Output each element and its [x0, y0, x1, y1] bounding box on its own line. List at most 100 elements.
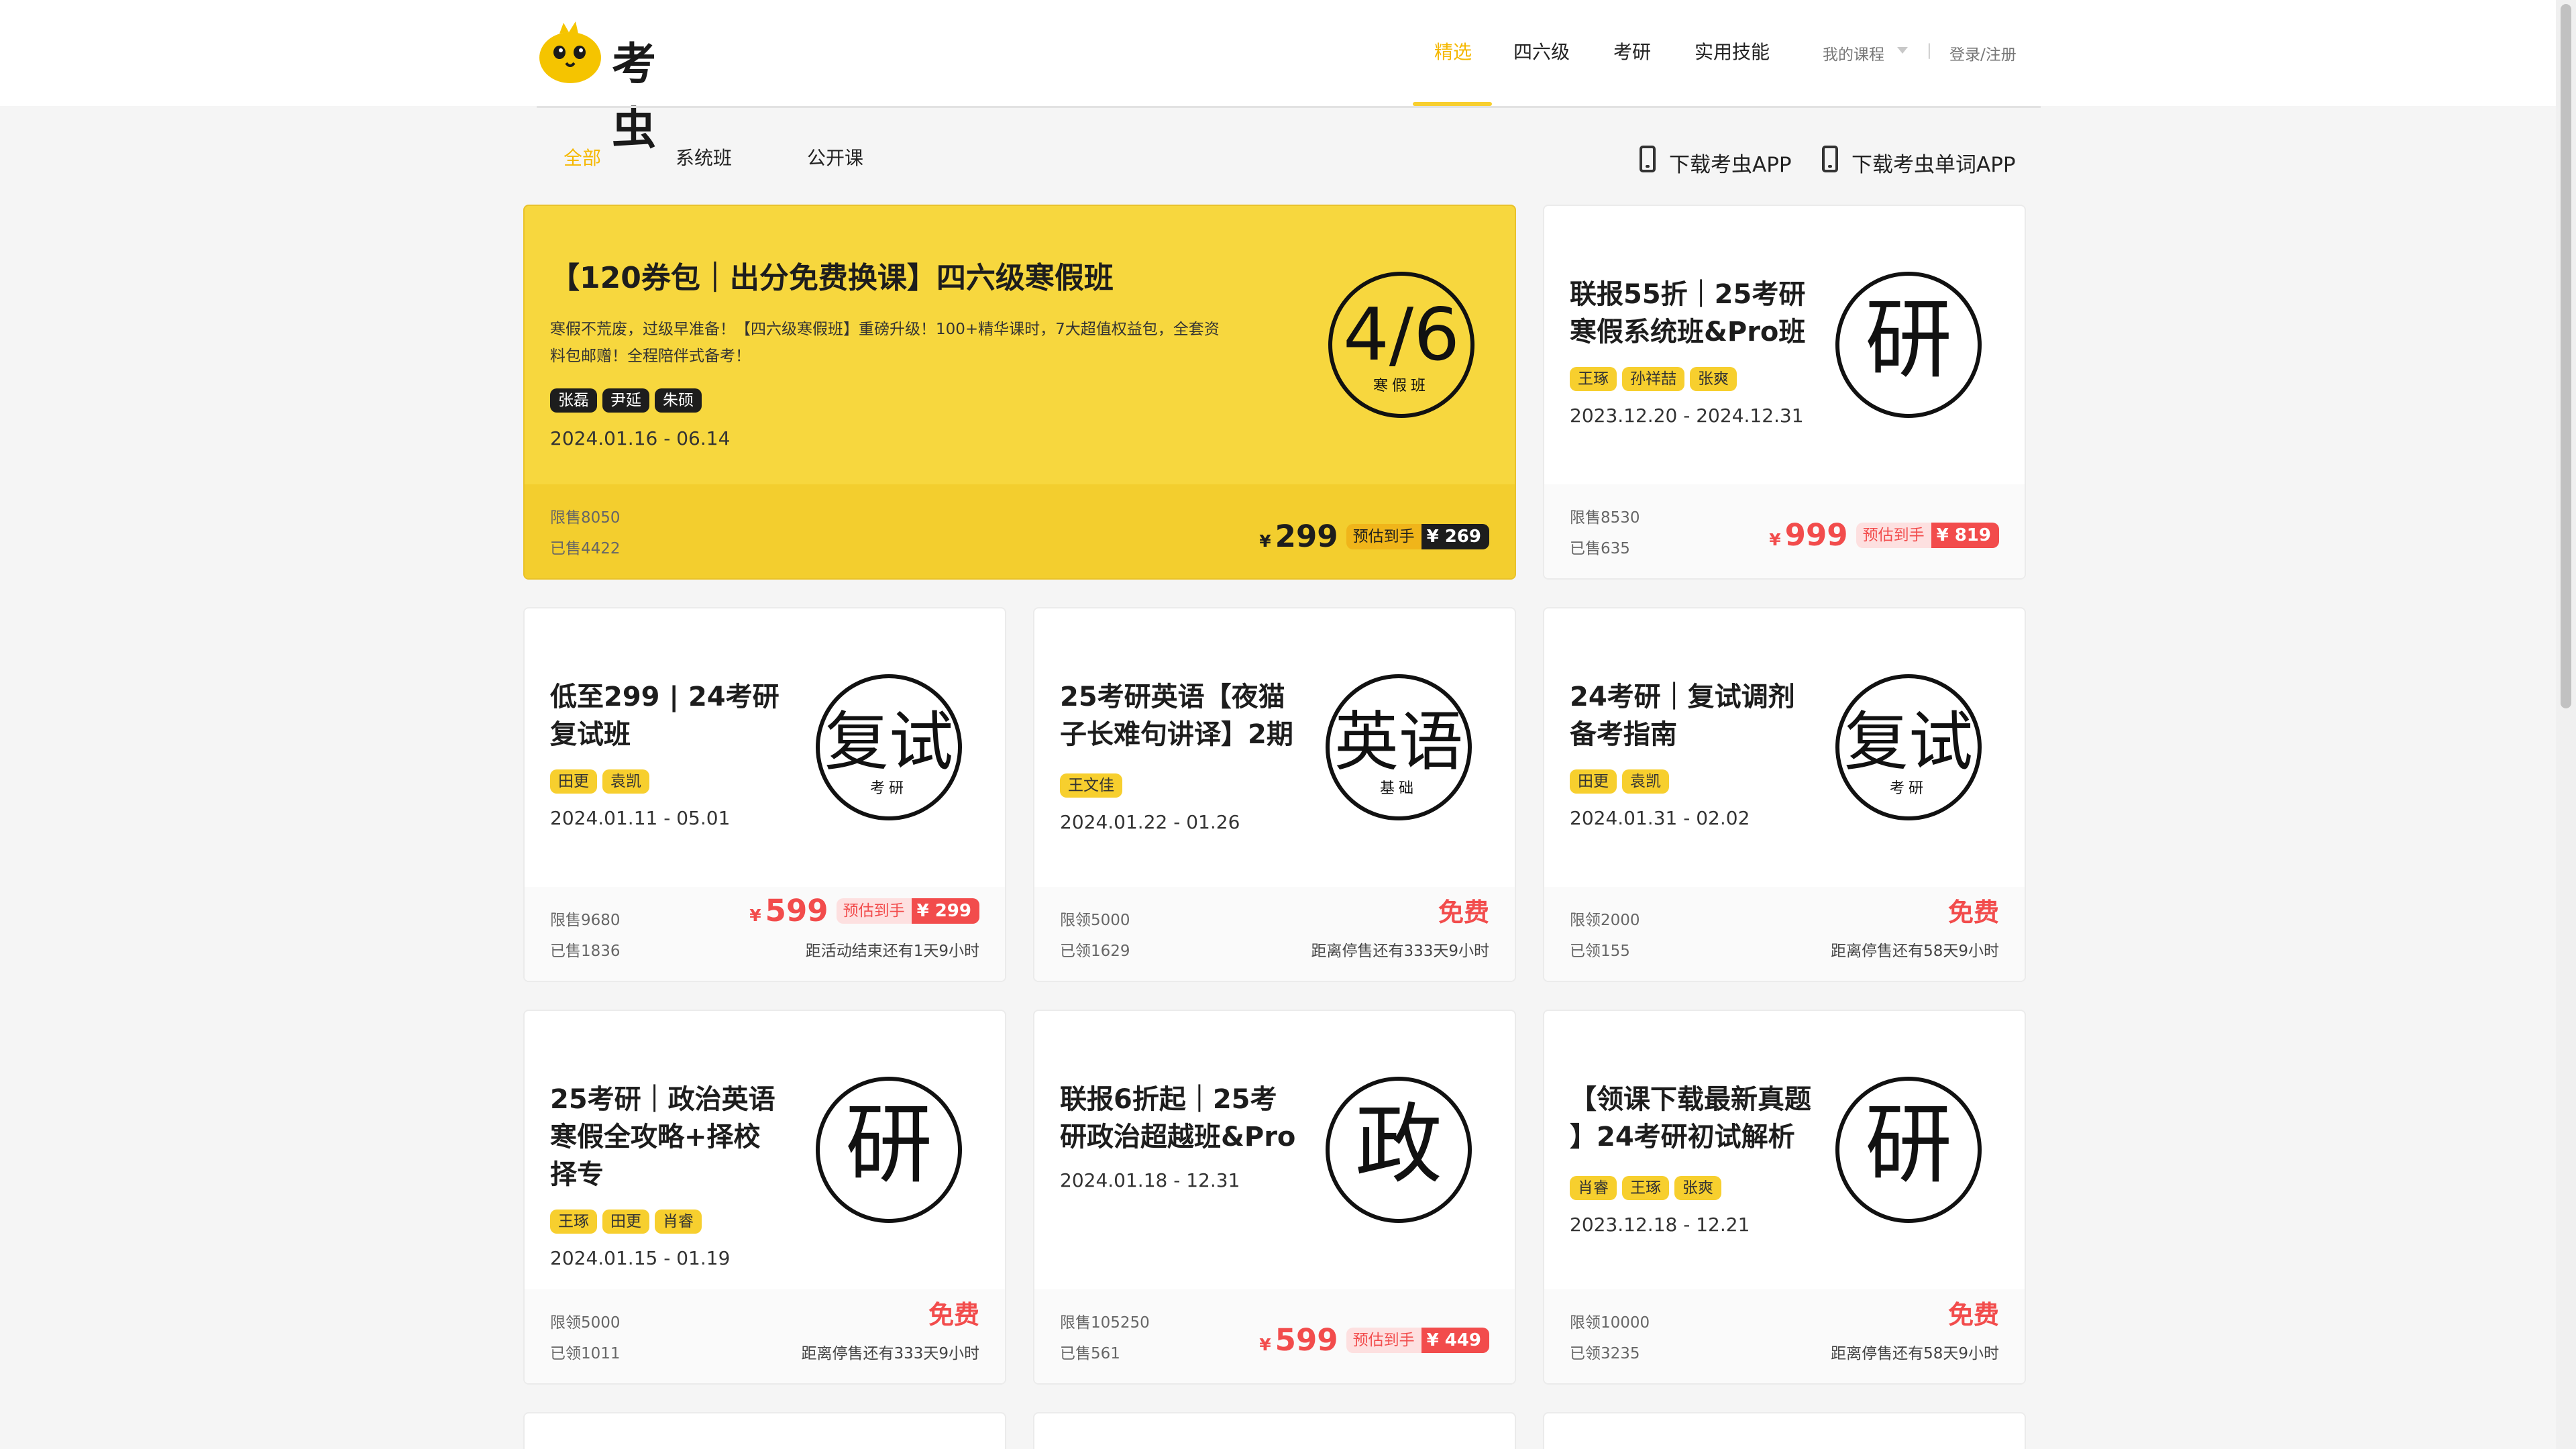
teacher-tag: 王文佳: [1060, 773, 1122, 798]
course-badge: 政: [1326, 1077, 1472, 1223]
countdown-text: 距离停售还有58天9小时: [1831, 943, 1999, 960]
course-title-line: 择专: [550, 1159, 604, 1190]
badge-subtext: 考研: [1889, 780, 1927, 797]
price: ¥ 299: [1259, 519, 1338, 554]
price-value: 599: [1275, 1322, 1338, 1358]
teacher-tags: 肖睿 王琢 张爽: [1570, 1176, 1721, 1200]
course-title: 25考研｜政治英语 寒假全攻略+择校 择专: [550, 1081, 775, 1193]
quota-text: 限售8050: [550, 509, 621, 527]
quota-text: 限领5000: [550, 1314, 621, 1332]
course-card[interactable]: 25考研｜政治英语 寒假全攻略+择校 择专 王琢 田更 肖睿 2024.01.1…: [523, 1010, 1006, 1385]
teacher-tags: 田更 袁凯: [550, 769, 649, 794]
course-card[interactable]: 联报55折｜25考研 寒假系统班&Pro班 王琢 孙祥喆 张爽 2023.12.…: [1543, 205, 2026, 580]
estimated-value: ¥ 819: [1931, 522, 1999, 548]
countdown-text: 距离停售还有333天9小时: [1311, 943, 1489, 960]
phone-icon[interactable]: [1640, 146, 1656, 172]
teacher-tag: 肖睿: [1570, 1176, 1617, 1200]
teacher-tag: 田更: [550, 769, 597, 794]
course-date: 2024.01.18 - 12.31: [1060, 1169, 1240, 1191]
course-card-featured[interactable]: 【120券包｜出分免费换课】四六级寒假班 寒假不荒废，过级早准备！【四六级寒假班…: [523, 205, 1516, 580]
teacher-tag: 张爽: [1674, 1176, 1721, 1200]
free-label: 免费: [1947, 898, 1999, 927]
course-badge: 英语 基础: [1326, 674, 1472, 820]
course-badge: 研: [1835, 1077, 1982, 1223]
currency-symbol: ¥: [749, 906, 761, 925]
top-header: 考虫 精选 四六级 考研 实用技能 我的课程 | 登录/注册: [0, 0, 2576, 154]
teacher-tag: 张爽: [1690, 367, 1737, 391]
claimed-text: 已领1011: [550, 1345, 621, 1362]
course-title-line: 复试班: [550, 719, 631, 750]
teacher-tag: 肖睿: [655, 1210, 702, 1234]
course-badge: 复试 考研: [816, 674, 962, 820]
badge-text: 4/6: [1343, 293, 1460, 377]
course-date: 2023.12.20 - 2024.12.31: [1570, 405, 1804, 427]
sold-text: 已售561: [1060, 1345, 1120, 1362]
badge-text: 政: [1354, 1093, 1442, 1195]
course-title-line: 24考研｜复试调剂: [1570, 682, 1795, 712]
filter-all[interactable]: 全部: [564, 144, 601, 170]
course-title-line: 】24考研初试解析: [1570, 1122, 1795, 1152]
scrollbar-thumb[interactable]: [2561, 4, 2571, 708]
course-card[interactable]: 低至299 | 24考研 复试班 田更 袁凯 2024.01.11 - 05.0…: [523, 607, 1006, 982]
estimated-value: ¥ 269: [1421, 523, 1489, 549]
course-title-line: 【领课下载最新真题: [1570, 1084, 1811, 1115]
nav-skills[interactable]: 实用技能: [1695, 38, 1770, 64]
nav-separator: |: [1927, 42, 1932, 59]
course-card[interactable]: 25考研英语【夜猫 子长难句讲译】2期 王文佳 2024.01.22 - 01.…: [1033, 607, 1516, 982]
course-card[interactable]: 24考研｜复试调剂 备考指南 田更 袁凯 2024.01.31 - 02.02 …: [1543, 607, 2026, 982]
download-word-app-link[interactable]: 下载考虫单词APP: [1851, 148, 2016, 178]
course-card[interactable]: [1033, 1412, 1516, 1449]
course-date: 2024.01.31 - 02.02: [1570, 807, 1750, 829]
teacher-tag: 袁凯: [602, 769, 649, 794]
estimated-label: 预估到手: [1346, 1327, 1421, 1353]
price-row: 免费: [928, 1294, 979, 1331]
teacher-tag: 朱硕: [655, 388, 702, 413]
course-title-line: 低至299 | 24考研: [550, 682, 780, 712]
filter-system-class[interactable]: 系统班: [676, 144, 732, 170]
quota-text: 限售8530: [1570, 509, 1640, 527]
estimated-price-badge: 预估到手 ¥ 449: [1346, 1327, 1489, 1353]
free-label: 免费: [1438, 898, 1489, 927]
sold-text: 已售635: [1570, 540, 1630, 557]
teacher-tags: 张磊 尹延 朱硕: [550, 388, 702, 413]
filter-open-class[interactable]: 公开课: [807, 144, 863, 170]
badge-text: 复试: [824, 704, 953, 780]
nav-cet[interactable]: 四六级: [1513, 38, 1570, 64]
phone-icon[interactable]: [1822, 146, 1838, 172]
course-card[interactable]: [523, 1412, 1006, 1449]
price: ¥ 999: [1769, 517, 1847, 553]
free-label: 免费: [928, 1300, 979, 1330]
badge-text: 研: [1864, 1093, 1952, 1195]
my-courses-link[interactable]: 我的课程: [1823, 42, 1884, 64]
course-date: 2024.01.11 - 05.01: [550, 807, 731, 829]
nav-featured[interactable]: 精选: [1434, 38, 1472, 64]
course-card[interactable]: 【领课下载最新真题 】24考研初试解析 肖睿 王琢 张爽 2023.12.18 …: [1543, 1010, 2026, 1385]
course-card[interactable]: 联报6折起｜25考 研政治超越班&Pro 2024.01.18 - 12.31 …: [1033, 1010, 1516, 1385]
price-value: 599: [765, 893, 828, 928]
course-title-line: 25考研｜政治英语: [550, 1084, 775, 1115]
quota-text: 限售9680: [550, 912, 621, 929]
course-card[interactable]: [1543, 1412, 2026, 1449]
chevron-down-icon[interactable]: [1897, 47, 1908, 54]
estimated-price-badge: 预估到手 ¥ 819: [1856, 522, 1999, 548]
badge-text: 研: [845, 1093, 932, 1195]
estimated-value: ¥ 449: [1421, 1327, 1489, 1353]
estimated-price-badge: 预估到手 ¥ 299: [836, 898, 979, 924]
course-title: 【领课下载最新真题 】24考研初试解析: [1570, 1081, 1811, 1156]
nav-postgrad[interactable]: 考研: [1613, 38, 1651, 64]
bird-logo-icon: [539, 21, 601, 83]
currency-symbol: ¥: [1769, 530, 1781, 549]
teacher-tags: 王琢 孙祥喆 张爽: [1570, 367, 1737, 391]
estimated-price-badge: 预估到手 ¥ 269: [1346, 523, 1489, 549]
price-row: ¥ 599 预估到手 ¥ 449: [1259, 1322, 1489, 1358]
course-date: 2023.12.18 - 12.21: [1570, 1214, 1750, 1236]
teacher-tag: 王琢: [550, 1210, 597, 1234]
scrollbar-track[interactable]: [2556, 0, 2576, 1449]
course-title: 低至299 | 24考研 复试班: [550, 678, 780, 753]
login-register-link[interactable]: 登录/注册: [1949, 42, 2017, 64]
logo[interactable]: 考虫: [537, 19, 698, 154]
countdown-text: 距离停售还有58天9小时: [1831, 1345, 1999, 1362]
download-app-link[interactable]: 下载考虫APP: [1669, 148, 1792, 178]
badge-text: 复试: [1844, 704, 1973, 780]
badge-subtext: 寒假班: [1373, 378, 1430, 394]
